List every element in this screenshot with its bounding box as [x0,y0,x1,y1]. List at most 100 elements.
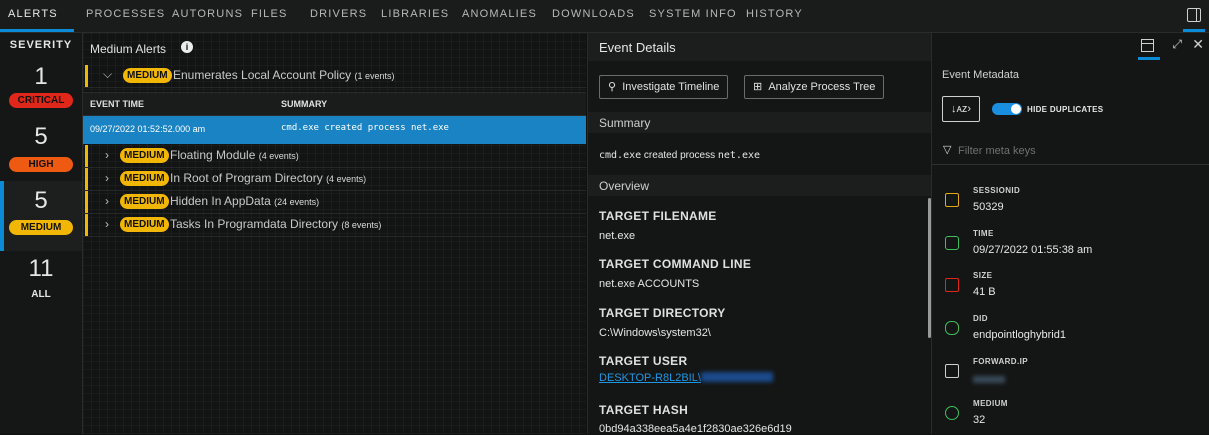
chevron-right-icon[interactable]: › [105,148,109,162]
meta-key: SESSIONID [973,186,1021,195]
tab-downloads[interactable]: DOWNLOADS [552,8,635,20]
event-details-header: Event Details [588,33,931,61]
meta-value: endpointloghybrid1 [973,329,1066,341]
summary-verb: created process [641,150,718,161]
alert-group-count: (4 events) [326,174,367,184]
severity-bar [85,191,88,213]
tab-history[interactable]: HISTORY [746,8,803,20]
event-time-cell: 09/27/2022 01:52:52.000 am [90,124,206,134]
tab-system-info[interactable]: SYSTEM INFO [649,8,737,20]
event-metadata-title: Event Metadata [942,69,1020,81]
target-user-link[interactable]: DESKTOP-R8L2BIL\ [599,372,701,384]
alert-group-count: (4 events) [258,151,299,161]
severity-high[interactable]: 5 HIGH [0,113,82,183]
alert-group[interactable]: › MEDIUM Hidden In AppData (24 events) [83,191,586,214]
event-details-panel: Event Details ⚲ Investigate Timeline ⊞ A… [587,33,931,435]
alert-group-title: Hidden In AppData (24 events) [170,194,319,208]
alert-group-name: Floating Module [170,148,256,162]
all-label: ALL [31,289,51,300]
target-command-line-label: TARGET COMMAND LINE [599,257,752,271]
severity-bar [85,168,88,190]
alert-group-count: (24 events) [274,197,320,207]
severity-bar [85,145,88,167]
alerts-panel: Medium Alerts i ⌵ MEDIUM Enumerates Loca… [83,33,586,434]
tab-autoruns[interactable]: AUTORUNS [172,8,243,20]
window-indicator [1138,57,1160,60]
chevron-right-icon[interactable]: › [105,171,109,185]
severity-medium[interactable]: 5 MEDIUM [0,181,82,251]
tab-anomalies[interactable]: ANOMALIES [462,8,537,20]
meta-value-redacted [973,374,1005,386]
medium-count: 5 [34,187,48,214]
alert-group-title: Tasks In Programdata Directory (8 events… [170,217,381,231]
critical-badge: CRITICAL [9,93,73,108]
event-metadata-panel: ⤢ ✕ Event Metadata ↓ᴀᴢ› HIDE DUPLICATES … [931,33,1209,434]
database-icon [945,321,959,335]
panel-toggle-indicator [1183,29,1205,32]
panel-controls: ⤢ ✕ [1134,36,1204,60]
panel-toggle-icon[interactable] [1187,8,1201,22]
meta-value: 32 [973,414,986,426]
summary-process-1: cmd.exe [599,150,642,161]
redacted-user [700,372,773,382]
tab-processes[interactable]: PROCESSES [86,8,165,20]
target-user-value[interactable]: DESKTOP-R8L2BIL\ [599,372,773,384]
col-summary[interactable]: SUMMARY [281,99,327,109]
filter-meta-input[interactable] [956,142,1190,160]
overview-heading: Overview [599,179,650,193]
severity-header: SEVERITY [9,39,73,51]
target-hash-label: TARGET HASH [599,403,689,417]
target-filename-value: net.exe [599,230,636,242]
chevron-right-icon[interactable]: › [105,194,109,208]
alert-group-title: Floating Module (4 events) [170,148,299,162]
alert-group[interactable]: › MEDIUM Floating Module (4 events) [83,145,586,168]
meta-key: FORWARD.IP [973,357,1028,366]
tab-alerts[interactable]: ALERTS [8,8,58,20]
tab-libraries[interactable]: LIBRARIES [381,8,449,20]
alert-group-count: (8 events) [341,220,382,230]
close-icon[interactable]: ✕ [1192,36,1204,53]
event-details-title: Event Details [599,40,676,55]
summary-section-header: Summary [588,112,931,133]
meta-key: DID [973,314,988,323]
meta-key: TIME [973,229,994,238]
investigate-timeline-button[interactable]: ⚲ Investigate Timeline [599,75,729,99]
medium-icon [945,406,959,420]
alert-group[interactable]: › MEDIUM In Root of Program Directory (4… [83,168,586,191]
chevron-right-icon[interactable]: › [105,217,109,231]
window-icon[interactable] [1141,39,1154,52]
target-directory-value: C:\Windows\system32\ [599,327,711,339]
analyze-process-tree-button[interactable]: ⊞ Analyze Process Tree [744,75,885,99]
hide-duplicates-toggle[interactable] [992,103,1022,115]
expand-icon[interactable]: ⤢ [1172,37,1182,52]
alert-group[interactable]: ⌵ MEDIUM Enumerates Local Account Policy… [83,65,586,88]
all-count: 11 [28,255,54,282]
redacted-ip [973,376,1005,383]
analyze-process-tree-label: Analyze Process Tree [768,81,876,93]
sort-button[interactable]: ↓ᴀᴢ› [942,96,980,122]
high-count: 5 [34,123,48,150]
target-directory-label: TARGET DIRECTORY [599,306,726,320]
medium-badge: MEDIUM [9,220,73,235]
alert-group-count: (1 events) [354,71,395,81]
tab-files[interactable]: FILES [251,8,288,20]
process-tree-icon: ⊞ [753,81,763,93]
alert-group-name: Hidden In AppData [170,194,271,208]
info-icon[interactable]: i [181,41,193,53]
col-event-time[interactable]: EVENT TIME [90,99,144,109]
tab-drivers[interactable]: DRIVERS [310,8,367,20]
target-filename-label: TARGET FILENAME [599,209,717,223]
target-hash-value: 0bd94a338eea5a4e1f2830ae326e6d19 [599,423,792,435]
chevron-down-icon[interactable]: ⌵ [103,67,112,82]
table-row[interactable]: 09/27/2022 01:52:52.000 am cmd.exe creat… [83,116,586,144]
alert-group[interactable]: › MEDIUM Tasks In Programdata Directory … [83,214,586,237]
alert-group-name: Tasks In Programdata Directory [170,217,339,231]
meta-value: 50329 [973,201,1004,213]
table-header: EVENT TIME SUMMARY [83,92,586,116]
session-icon [945,193,959,207]
meta-value: 09/27/2022 01:55:38 am [973,244,1093,256]
target-user-label: TARGET USER [599,354,688,368]
severity-all[interactable]: 11 ALL [0,251,82,321]
alert-group-title: Enumerates Local Account Policy (1 event… [173,68,394,82]
medium-pill: MEDIUM [123,68,172,83]
